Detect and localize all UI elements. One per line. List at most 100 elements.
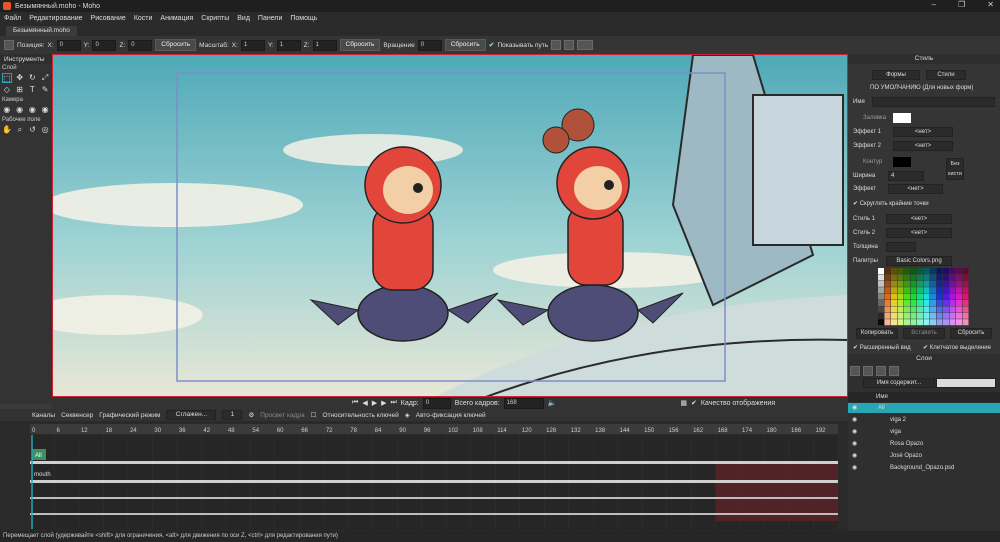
effect2-select[interactable]: <нет>	[893, 141, 953, 151]
effect-select[interactable]: <нет>	[888, 184, 943, 194]
delete-layer-icon[interactable]	[876, 366, 886, 376]
extended-view-checkbox[interactable]: ✔ Расширенный вид	[853, 344, 911, 351]
paste-button[interactable]: Вставить	[903, 328, 945, 339]
layer-filter-select[interactable]: Имя содержит...	[863, 378, 935, 388]
timeline-tracks[interactable]: 0 6 12 18 24 30 36 42 48 54 60 66 72 78 84 90 96 102 108 11…	[0, 421, 848, 531]
scale-icon[interactable]: ⤢	[40, 73, 50, 83]
quality-label[interactable]: Качество отображения	[701, 400, 775, 407]
camera-track-icon[interactable]: ◉	[2, 105, 12, 115]
flip-h-icon[interactable]	[551, 40, 562, 50]
onion-icon[interactable]: ⚙	[248, 411, 254, 419]
relative-keys-checkbox[interactable]: ☐	[311, 411, 317, 419]
frame-input[interactable]: 0	[422, 397, 451, 409]
eyedropper-icon[interactable]: ✎	[40, 85, 50, 95]
canvas-viewport[interactable]	[52, 54, 848, 397]
rewind-icon[interactable]: ⏮	[352, 399, 358, 407]
styles-button[interactable]: Стили	[926, 70, 966, 80]
visibility-icon[interactable]: ◉	[852, 463, 857, 473]
reset-rotation-button[interactable]: Сбросить	[444, 39, 486, 51]
reset-position-button[interactable]: Сбросить	[155, 39, 197, 51]
show-path-checkbox[interactable]: ✔	[489, 41, 495, 49]
layer-row[interactable]: ◉ Background_Opazo.psd	[848, 463, 1000, 473]
speaker-icon[interactable]: 🔈	[548, 399, 557, 407]
quality-check-icon[interactable]: ✔	[691, 399, 697, 407]
scale-x-input[interactable]: 1	[240, 39, 265, 51]
shear-icon[interactable]: ◇	[2, 85, 12, 95]
orbit-icon[interactable]: ◎	[40, 125, 50, 135]
layer-row[interactable]: ◉ Rosa Opazo	[848, 439, 1000, 449]
menu-draw[interactable]: Рисование	[91, 15, 126, 22]
palette-grid[interactable]	[878, 268, 970, 326]
name-input[interactable]	[872, 97, 995, 107]
layer-row[interactable]: ◉ José Opazo	[848, 451, 1000, 461]
zoom-icon[interactable]: ⌕	[15, 125, 25, 135]
scale-y-input[interactable]: 1	[276, 39, 301, 51]
onion-skin-label[interactable]: Просвет кадра	[260, 412, 304, 419]
pos-x-input[interactable]: 0	[56, 39, 81, 51]
visibility-icon[interactable]: ◉	[852, 415, 857, 425]
effect1-select[interactable]: <нет>	[893, 127, 953, 137]
move-icon[interactable]: ✥	[15, 73, 25, 83]
camera-pan-icon[interactable]: ◉	[40, 105, 50, 115]
new-layer-icon[interactable]	[850, 366, 860, 376]
tab-sequencer[interactable]: Секвенсер	[61, 412, 93, 419]
scale-z-input[interactable]: 1	[312, 39, 337, 51]
next-frame-icon[interactable]: ▶	[381, 399, 386, 407]
camera-zoom-icon[interactable]: ◉	[15, 105, 25, 115]
doc-tab[interactable]: Безымянный.moho	[6, 26, 77, 36]
visibility-icon[interactable]: ◉	[852, 451, 857, 461]
auto-freeze-icon[interactable]: ◈	[405, 411, 410, 419]
interp-select[interactable]: 1	[222, 410, 243, 420]
layer-row[interactable]: ◉ viga	[848, 427, 1000, 437]
play-icon[interactable]: ▶	[372, 399, 377, 407]
width-input[interactable]: 4	[888, 171, 924, 181]
menu-scripts[interactable]: Скрипты	[201, 15, 229, 22]
text-icon[interactable]: T	[28, 85, 38, 95]
prev-frame-icon[interactable]: ◀	[362, 399, 367, 407]
visibility-icon[interactable]: ◉	[852, 427, 857, 437]
pos-z-input[interactable]: 0	[128, 39, 153, 51]
rotation-input[interactable]: 0	[417, 39, 442, 51]
smoothing-select[interactable]: Сглажен...	[166, 410, 217, 420]
tab-graph-mode[interactable]: Графический режим	[99, 412, 160, 419]
rotate-workspace-icon[interactable]: ↺	[28, 125, 38, 135]
style2-select[interactable]: <нет>	[886, 228, 952, 238]
checker-select-checkbox[interactable]: ✔ Клетчатое выделение	[923, 344, 991, 351]
style1-select[interactable]: <нет>	[886, 214, 952, 224]
round-caps-checkbox[interactable]: ✔ Скруглять крайние точки	[853, 200, 929, 207]
stroke-swatch[interactable]	[893, 157, 911, 167]
hand-icon[interactable]: ✋	[2, 125, 12, 135]
tab-channels[interactable]: Каналы	[32, 412, 55, 419]
camera-roll-icon[interactable]: ◉	[28, 105, 38, 115]
menu-file[interactable]: Файл	[4, 15, 21, 22]
close-icon[interactable]: ✕	[987, 0, 994, 9]
pos-y-input[interactable]: 0	[92, 39, 117, 51]
reset-all-icon[interactable]	[577, 40, 594, 50]
reset-style-button[interactable]: Сбросить	[950, 328, 992, 339]
flip-v-icon[interactable]	[564, 40, 575, 50]
layer-settings-icon[interactable]	[889, 366, 899, 376]
layer-row[interactable]: ◉ All	[848, 403, 1000, 413]
palette-swatches[interactable]	[878, 268, 970, 326]
fill-swatch[interactable]	[893, 113, 911, 123]
camera-z-icon[interactable]: ⊞	[15, 85, 25, 95]
rotate-icon[interactable]: ↻	[28, 73, 38, 83]
end-icon[interactable]: ⏭	[390, 399, 396, 407]
menu-panels[interactable]: Панели	[258, 15, 282, 22]
visibility-icon[interactable]: ◉	[852, 439, 857, 449]
copy-button[interactable]: Копировать	[856, 328, 898, 339]
view-mode-icon[interactable]: ▦	[680, 399, 687, 407]
timeline-area[interactable]: 0 6 12 18 24 30 36 42 48 54 60 66 72 78 84 90 96 102 108 11…	[0, 421, 848, 531]
menu-help[interactable]: Помощь	[290, 15, 317, 22]
menu-bones[interactable]: Кости	[134, 15, 153, 22]
maximize-icon[interactable]: ❐	[958, 0, 965, 9]
reset-scale-button[interactable]: Сбросить	[339, 39, 381, 51]
menu-edit[interactable]: Редактирование	[29, 15, 82, 22]
minimize-icon[interactable]: –	[932, 0, 936, 9]
palette-select[interactable]: Basic Colors.png	[886, 256, 952, 266]
shapes-button[interactable]: Формы	[872, 70, 920, 80]
menu-view[interactable]: Вид	[237, 15, 250, 22]
select-icon[interactable]: ⬚	[2, 73, 12, 83]
layer-row[interactable]: ◉ viga 2	[848, 415, 1000, 425]
no-brush-button[interactable]: Без кисти	[946, 158, 964, 180]
